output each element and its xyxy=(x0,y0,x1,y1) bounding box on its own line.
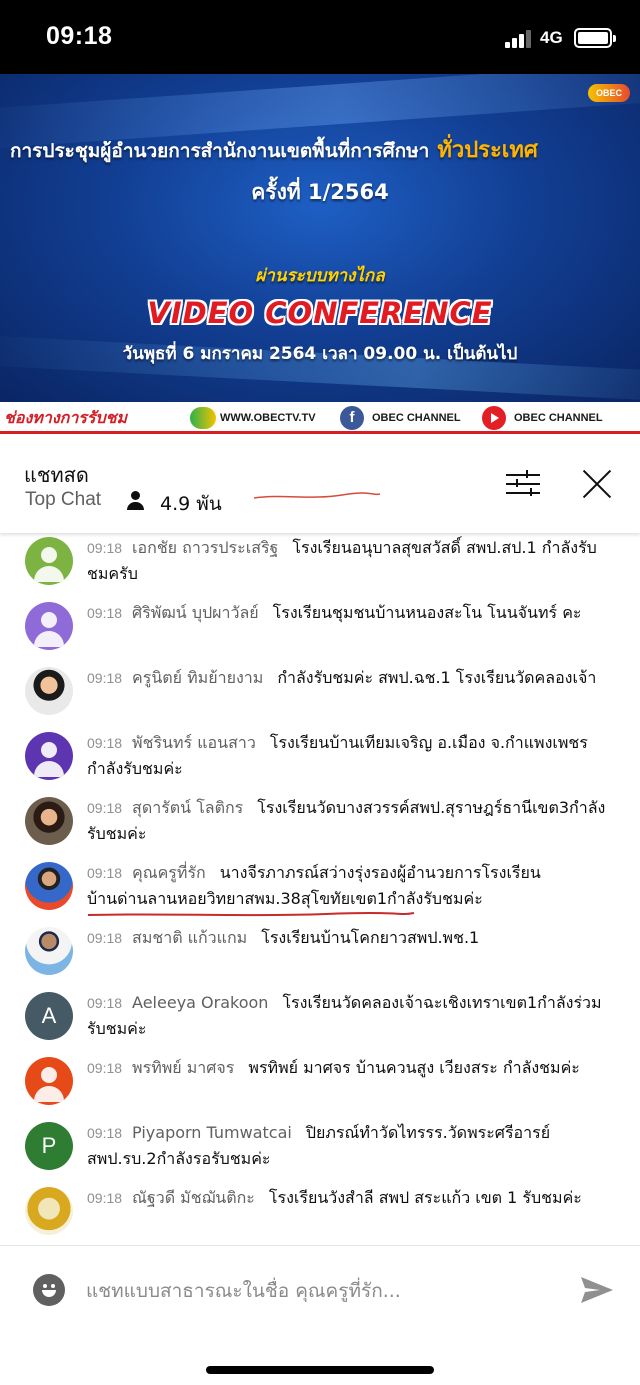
avatar[interactable] xyxy=(25,1057,73,1105)
avatar[interactable] xyxy=(25,1187,73,1235)
facebook-icon: f xyxy=(340,406,364,430)
message-time: 09:18 xyxy=(87,800,123,816)
chat-input[interactable] xyxy=(86,1276,556,1306)
youtube-icon xyxy=(482,406,506,430)
message-time: 09:18 xyxy=(87,540,123,556)
obec-tv-icon xyxy=(190,407,216,429)
message-time: 09:18 xyxy=(87,670,123,686)
status-time: 09:18 xyxy=(46,22,113,50)
home-indicator xyxy=(206,1366,434,1374)
banner-title-accent: ทั่วประเทศ xyxy=(437,138,538,163)
message-author[interactable]: สมชาติ แก้วแกม xyxy=(132,928,247,947)
chat-input-bar xyxy=(0,1245,640,1385)
message-body: 09:18 ณัฐวดี มัชฌันติกะ โรงเรียนวังสำลี สพ… xyxy=(87,1185,617,1211)
red-scribble-annotation xyxy=(253,492,381,499)
emoji-icon[interactable] xyxy=(33,1274,65,1306)
message-body: 09:18 สมชาติ แก้วแกม โรงเรียนบ้านโคกยาวสพป… xyxy=(87,925,617,951)
message-author[interactable]: เอกชัย ถาวรประเสริฐ xyxy=(132,538,278,557)
chat-title: แชทสด xyxy=(24,463,89,487)
message-text: โรงเรียนชุมชนบ้านหนองสะโน โนนจันทร์ คะ xyxy=(272,603,582,622)
filter-button[interactable] xyxy=(506,469,540,499)
message-time: 09:18 xyxy=(87,1060,123,1076)
viewer-count: 4.9 พัน xyxy=(160,493,222,515)
person-icon xyxy=(126,491,146,511)
message-author[interactable]: ครูนิตย์ ทิมย้ายงาม xyxy=(132,668,263,687)
banner-subtitle: ครั้งที่ 1/2564 xyxy=(251,180,389,204)
chat-message-list[interactable]: 09:18 เอกชัย ถาวรประเสริฐ โรงเรียนอนุบาลสุ… xyxy=(0,533,640,1245)
message-body: 09:18 พรทิพย์ มาศจร พรทิพย์ มาศจร บ้านควนส… xyxy=(87,1055,617,1081)
message-body: 09:18 พัชรินทร์ แอนสาว โรงเรียนบ้านเทียมเจ… xyxy=(87,730,617,781)
avatar[interactable] xyxy=(25,862,73,910)
message-time: 09:18 xyxy=(87,735,123,751)
chat-header: แชทสด Top Chat 4.9 พัน xyxy=(0,437,640,533)
banner-conference-label: VIDEO CONFERENCE xyxy=(147,296,493,330)
message-time: 09:18 xyxy=(87,1125,123,1141)
channel-youtube: OBEC CHANNEL xyxy=(482,406,603,430)
message-author[interactable]: พรทิพย์ มาศจร xyxy=(132,1058,234,1077)
message-body: 09:18 คุณครูที่รัก นางจีรภาภรณ์สว่างรุ่งรอ… xyxy=(87,860,617,911)
status-bar: 09:18 4G xyxy=(0,0,640,74)
avatar[interactable] xyxy=(25,667,73,715)
avatar[interactable] xyxy=(25,797,73,845)
message-body: 09:18 เอกชัย ถาวรประเสริฐ โรงเรียนอนุบาลสุ… xyxy=(87,535,617,586)
message-time: 09:18 xyxy=(87,865,123,881)
avatar[interactable] xyxy=(25,537,73,585)
banner-title: การประชุมผู้อำนวยการสำนักงานเขตพื้นที่กา… xyxy=(10,138,538,163)
network-type: 4G xyxy=(540,28,563,47)
battery-icon xyxy=(574,28,616,48)
avatar[interactable] xyxy=(25,602,73,650)
close-button[interactable] xyxy=(580,467,614,501)
message-body: 09:18 ครูนิตย์ ทิมย้ายงาม กำลังรับชมค่ะ สพ… xyxy=(87,665,617,691)
banner-date: วันพุธที่ 6 มกราคม 2564 เวลา 09.00 น. เป… xyxy=(122,344,518,364)
avatar[interactable] xyxy=(25,927,73,975)
message-body: 09:18 Aeleeya Orakoon โรงเรียนวัดคลองเจ้าฉ… xyxy=(87,990,617,1041)
obec-logo: OBEC xyxy=(588,84,630,102)
channel-strip: ช่องทางการรับชม WWW.OBECTV.TV f OBEC CHA… xyxy=(0,402,640,434)
message-text: โรงเรียนวังสำลี สพป สระแก้ว เขต 1 รับชมค… xyxy=(268,1188,582,1207)
channel-facebook: f OBEC CHANNEL xyxy=(340,406,461,430)
red-underline-annotation xyxy=(87,912,415,917)
message-text: พรทิพย์ มาศจร บ้านควนสูง เวียงสระ กำลังช… xyxy=(248,1058,580,1077)
message-text: โรงเรียนบ้านโคกยาวสพป.พช.1 xyxy=(261,928,480,947)
message-author[interactable]: Aeleeya Orakoon xyxy=(132,993,268,1012)
message-author[interactable]: สุดารัตน์ โลติกร xyxy=(132,798,243,817)
message-author[interactable]: พัชรินทร์ แอนสาว xyxy=(132,733,256,752)
signal-icon xyxy=(505,30,535,48)
message-time: 09:18 xyxy=(87,930,123,946)
banner-remote-label: ผ่านระบบทางไกล xyxy=(255,266,385,286)
message-author[interactable]: ศิริพัฒน์ บุปผาวัลย์ xyxy=(132,603,259,622)
message-time: 09:18 xyxy=(87,995,123,1011)
avatar[interactable]: A xyxy=(25,992,73,1040)
channel-website: WWW.OBECTV.TV xyxy=(190,406,316,430)
channels-label: ช่องทางการรับชม xyxy=(4,408,128,427)
message-body: 09:18 Piyaporn Tumwatcai ปิยภรณ์ทำวัดไทรรร… xyxy=(87,1120,617,1171)
send-icon[interactable] xyxy=(580,1276,614,1304)
message-body: 09:18 ศิริพัฒน์ บุปผาวัลย์ โรงเรียนชุมชนบ้… xyxy=(87,600,617,626)
message-text: กำลังรับชมค่ะ สพป.ฉช.1 โรงเรียนวัดคลองเจ… xyxy=(277,668,597,687)
message-time: 09:18 xyxy=(87,1190,123,1206)
message-author[interactable]: คุณครูที่รัก xyxy=(132,863,206,882)
avatar[interactable]: P xyxy=(25,1122,73,1170)
avatar[interactable] xyxy=(25,732,73,780)
video-player[interactable]: OBEC การประชุมผู้อำนวยการสำนักงานเขตพื้น… xyxy=(0,74,640,402)
message-author[interactable]: ณัฐวดี มัชฌันติกะ xyxy=(132,1188,255,1207)
message-body: 09:18 สุดารัตน์ โลติกร โรงเรียนวัดบางสวรรค… xyxy=(87,795,617,846)
chat-mode-selector[interactable]: Top Chat xyxy=(25,489,101,511)
message-author[interactable]: Piyaporn Tumwatcai xyxy=(132,1123,292,1142)
message-time: 09:18 xyxy=(87,605,123,621)
